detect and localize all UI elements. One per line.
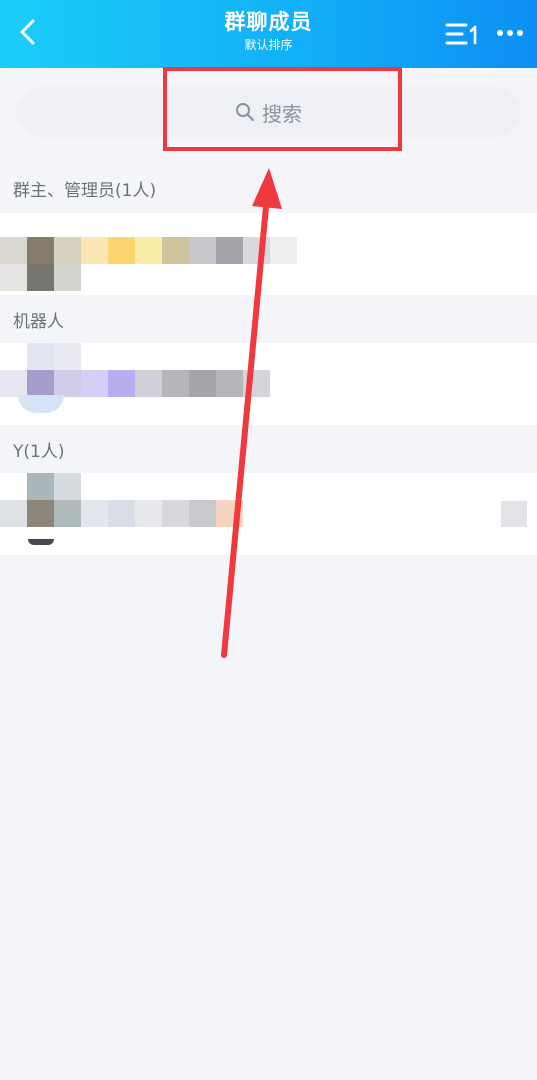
annotation-arrow (221, 168, 282, 658)
